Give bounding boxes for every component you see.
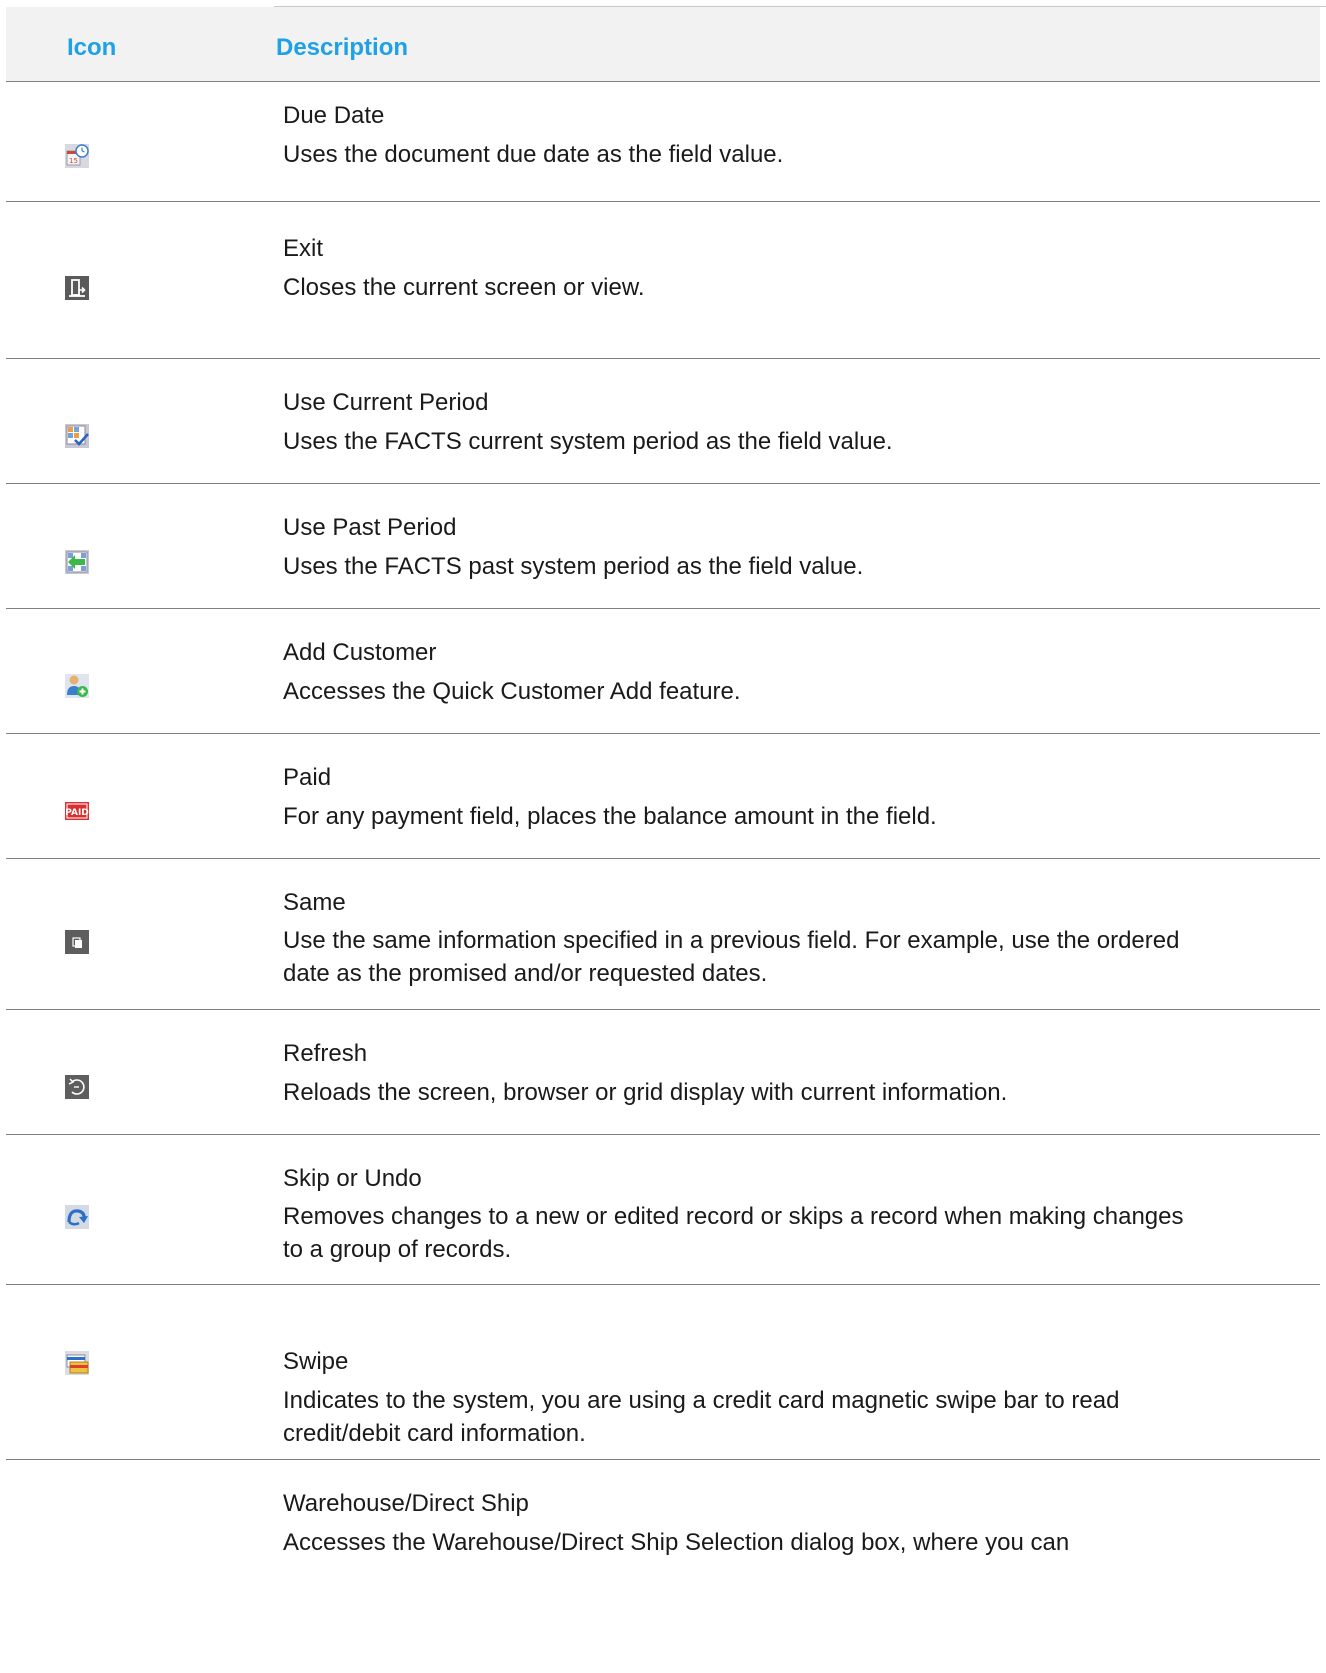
refresh-icon bbox=[64, 1074, 90, 1100]
row-description: Uses the document due date as the field … bbox=[283, 141, 784, 168]
row-description: Closes the current screen or view. bbox=[283, 274, 645, 301]
exit-icon bbox=[64, 275, 90, 301]
row-title: Skip or Undo bbox=[283, 1165, 422, 1192]
row-title: Warehouse/Direct Ship bbox=[283, 1490, 529, 1517]
row-description: Indicates to the system, you are using a… bbox=[283, 1387, 1120, 1447]
use-past-period-icon bbox=[64, 549, 90, 575]
row-description: Removes changes to a new or edited recor… bbox=[283, 1203, 1184, 1263]
table-row: PAID Paid For any payment field, places … bbox=[6, 734, 1320, 859]
row-description: For any payment field, places the balanc… bbox=[283, 803, 937, 830]
table-row: Refresh Reloads the screen, browser or g… bbox=[6, 1010, 1320, 1135]
table-row: 15 Due Date Uses the document due date a… bbox=[6, 82, 1320, 202]
svg-text:15: 15 bbox=[69, 157, 78, 165]
row-title: Add Customer bbox=[283, 639, 437, 666]
row-title: Same bbox=[283, 889, 346, 916]
header-description-label: Description bbox=[276, 34, 409, 61]
row-title: Due Date bbox=[283, 102, 385, 129]
table-header: Icon Description bbox=[6, 7, 1320, 82]
row-description: Accesses the Quick Customer Add feature. bbox=[283, 678, 741, 705]
row-title: Paid bbox=[283, 764, 332, 791]
header-icon-label: Icon bbox=[67, 34, 117, 61]
row-title: Exit bbox=[283, 235, 324, 262]
row-description: Uses the FACTS past system period as the… bbox=[283, 553, 864, 580]
table-row: Skip or Undo Removes changes to a new or… bbox=[6, 1135, 1320, 1285]
row-description: Reloads the screen, browser or grid disp… bbox=[283, 1079, 1008, 1106]
table-row: Warehouse/Direct Ship Accesses the Wareh… bbox=[6, 1460, 1320, 1673]
paid-icon: PAID bbox=[64, 798, 90, 824]
table-row: Exit Closes the current screen or view. bbox=[6, 202, 1320, 359]
due-date-icon: 15 bbox=[64, 143, 90, 169]
row-title: Refresh bbox=[283, 1040, 368, 1067]
row-description: Use the same information specified in a … bbox=[283, 927, 1180, 987]
use-current-period-icon bbox=[64, 423, 90, 449]
row-title: Use Current Period bbox=[283, 389, 489, 416]
table-row: Same Use the same information specified … bbox=[6, 859, 1320, 1010]
svg-text:PAID: PAID bbox=[65, 808, 89, 818]
table-row: Add Customer Accesses the Quick Customer… bbox=[6, 609, 1320, 734]
row-title: Use Past Period bbox=[283, 514, 457, 541]
row-title: Swipe bbox=[283, 1348, 349, 1375]
swipe-icon bbox=[64, 1350, 90, 1376]
table-row: Swipe Indicates to the system, you are u… bbox=[6, 1285, 1320, 1460]
row-description: Accesses the Warehouse/Direct Ship Selec… bbox=[283, 1529, 1070, 1556]
table-row: Use Past Period Uses the FACTS past syst… bbox=[6, 484, 1320, 609]
same-icon bbox=[64, 929, 90, 955]
skip-undo-icon bbox=[64, 1204, 90, 1230]
table-row: Use Current Period Uses the FACTS curren… bbox=[6, 359, 1320, 484]
row-description: Uses the FACTS current system period as … bbox=[283, 428, 893, 455]
add-customer-icon bbox=[64, 673, 90, 699]
